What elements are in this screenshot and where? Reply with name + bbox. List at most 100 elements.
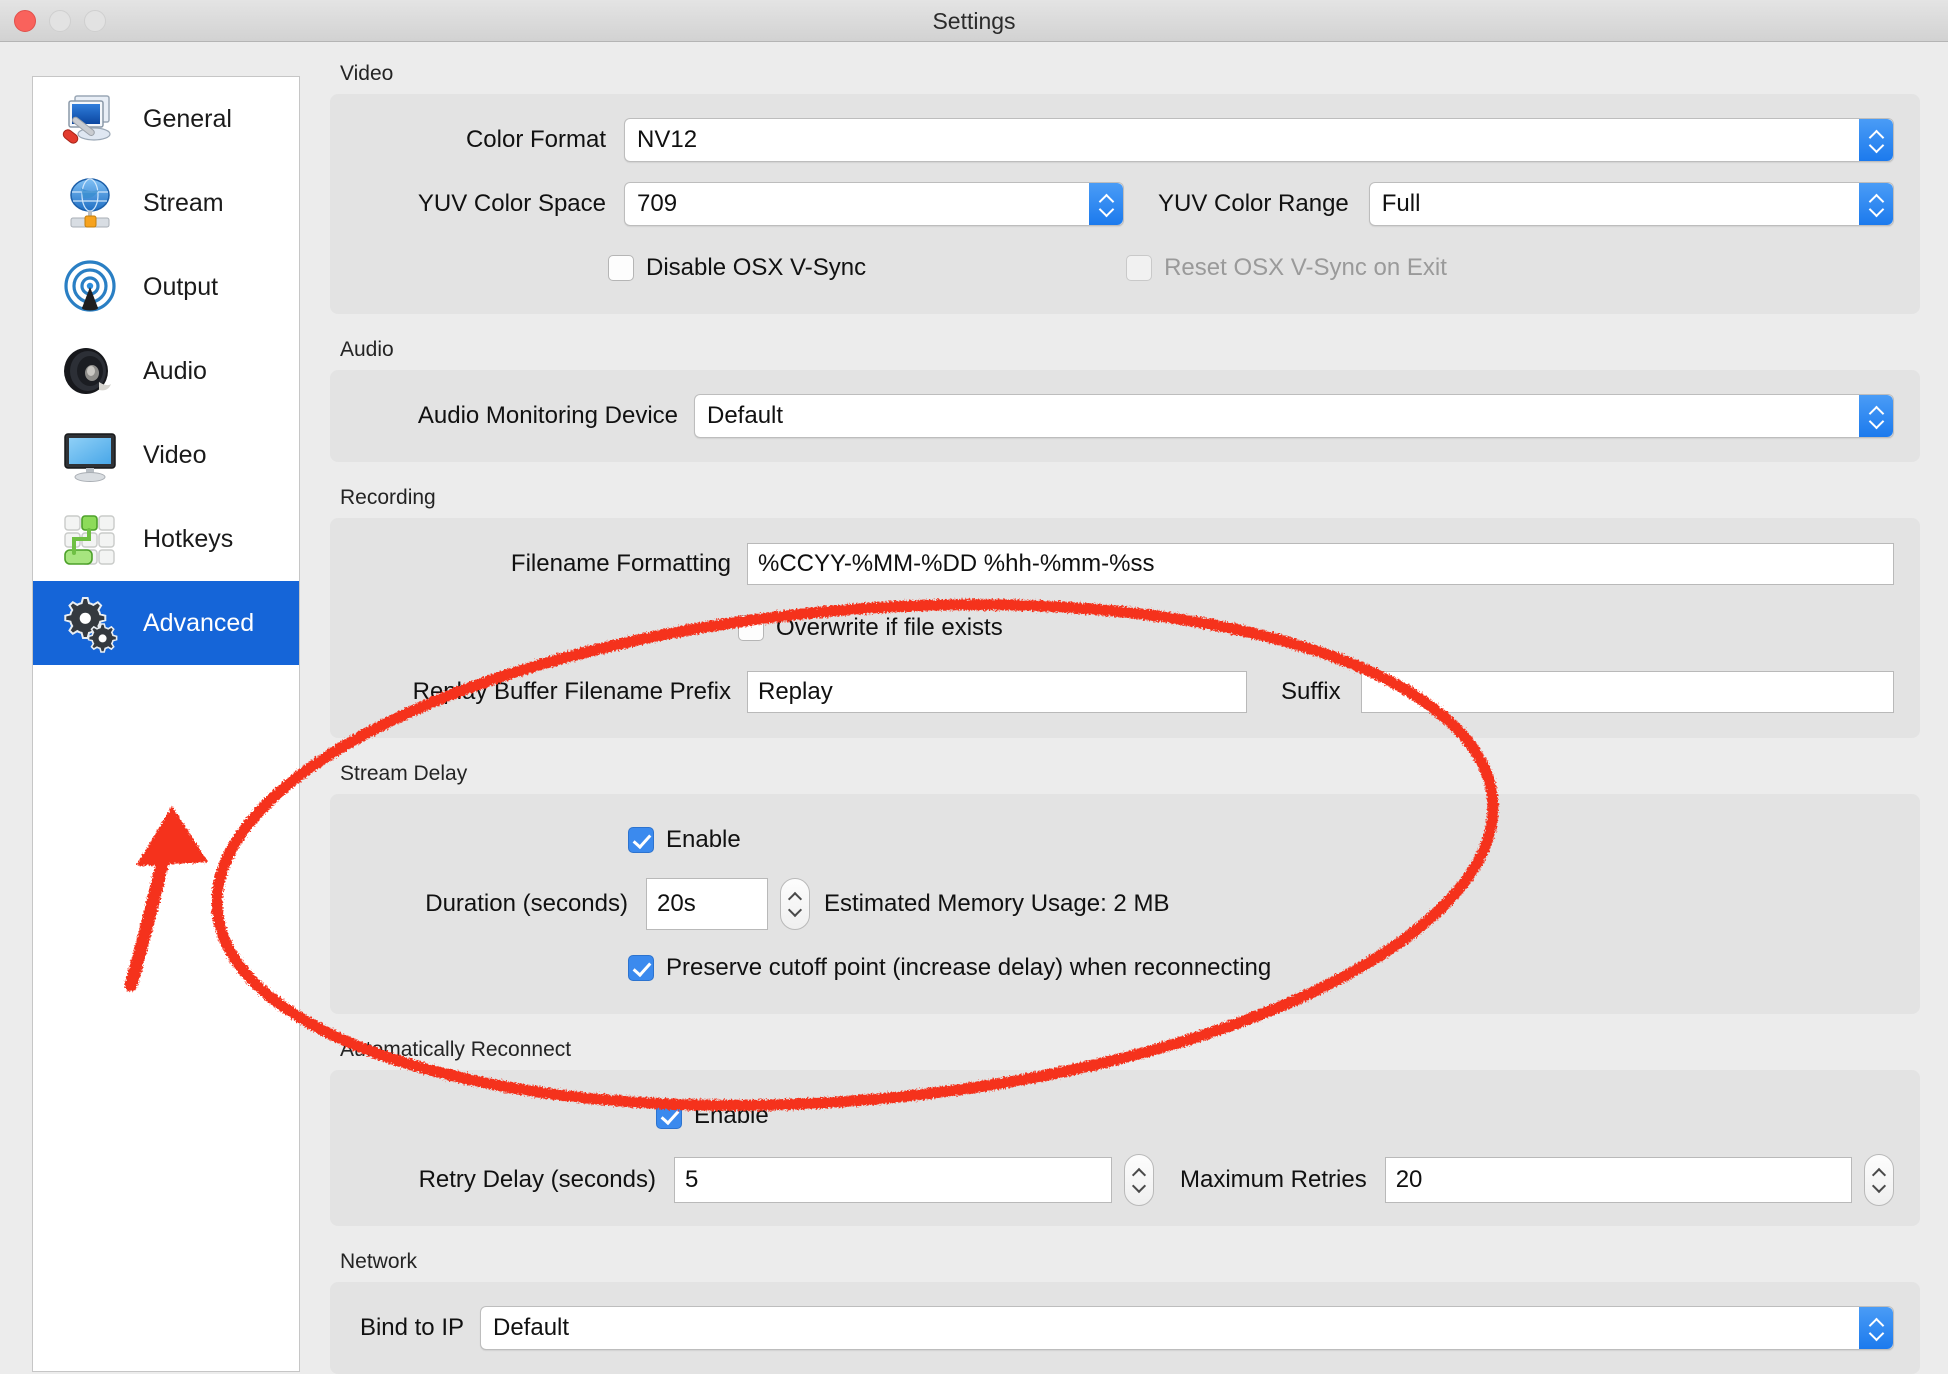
preserve-cutoff-label: Preserve cutoff point (increase delay) w… [666,954,1271,982]
retry-delay-label: Retry Delay (seconds) [356,1166,656,1194]
yuv-row: YUV Color Space 709 YUV Color Range Full [356,172,1894,236]
speaker-icon [59,340,121,402]
chevron-updown-icon[interactable] [1859,1307,1893,1349]
stream-delay-enable-row: Enable [356,808,1894,872]
sidebar-item-label: Stream [143,189,224,218]
overwrite-label: Overwrite if file exists [776,614,1003,642]
audio-monitoring-label: Audio Monitoring Device [356,402,678,430]
color-format-value: NV12 [625,126,697,154]
yuv-color-space-select[interactable]: 709 [624,182,1124,226]
retry-delay-stepper[interactable] [1124,1154,1154,1206]
checkbox-box-icon [1126,255,1152,281]
sidebar-item-label: General [143,105,232,134]
auto-reconnect-enable-checkbox[interactable]: Enable [656,1087,769,1145]
reset-vsync-label: Reset OSX V-Sync on Exit [1164,254,1447,282]
sidebar-item-label: Audio [143,357,207,386]
network-panel: Bind to IP Default [330,1282,1920,1374]
replay-prefix-value: Replay [758,678,833,706]
retry-delay-input[interactable]: 5 [674,1157,1112,1203]
yuv-color-space-value: 709 [625,190,677,218]
filename-formatting-label: Filename Formatting [356,550,731,578]
section-title-video: Video [340,62,1920,86]
max-retries-input[interactable]: 20 [1385,1157,1852,1203]
replay-prefix-input[interactable]: Replay [747,671,1247,713]
sidebar-item-stream[interactable]: Stream [33,161,299,245]
settings-content: Video Color Format NV12 YUV Color Space … [330,62,1920,1352]
bind-to-ip-select[interactable]: Default [480,1306,1894,1350]
retry-delay-value: 5 [685,1166,698,1194]
overwrite-row: Overwrite if file exists [356,596,1894,660]
chevron-updown-icon[interactable] [1859,119,1893,161]
bind-to-ip-value: Default [481,1314,569,1342]
sidebar-item-advanced[interactable]: Advanced [33,581,299,665]
yuv-color-range-value: Full [1370,190,1421,218]
disable-vsync-label: Disable OSX V-Sync [646,254,866,282]
section-title-network: Network [340,1250,1920,1274]
duration-stepper[interactable] [780,878,810,930]
duration-value: 20s [657,890,696,918]
duration-row: Duration (seconds) 20s Estimated Memory … [356,872,1894,936]
duration-label: Duration (seconds) [356,890,628,918]
suffix-input[interactable] [1361,671,1894,713]
audio-monitoring-value: Default [695,402,783,430]
suffix-label: Suffix [1281,678,1341,706]
max-retries-label: Maximum Retries [1180,1166,1367,1194]
duration-input[interactable]: 20s [646,878,768,930]
filename-formatting-value: %CCYY-%MM-%DD %hh-%mm-%ss [758,550,1154,578]
sidebar-item-output[interactable]: Output [33,245,299,329]
stream-delay-enable-checkbox[interactable]: Enable [628,811,741,869]
chevron-updown-icon[interactable] [1089,183,1123,225]
window-title: Settings [0,0,1948,42]
broadcast-antenna-icon [59,256,121,318]
auto-reconnect-enable-label: Enable [694,1102,769,1130]
section-title-recording: Recording [340,486,1920,510]
sidebar-item-label: Hotkeys [143,525,233,554]
checkbox-box-icon[interactable] [608,255,634,281]
memory-usage-text: Estimated Memory Usage: 2 MB [824,890,1169,918]
sidebar-item-label: Video [143,441,207,470]
stream-delay-enable-label: Enable [666,826,741,854]
chevron-up-icon [1872,1169,1886,1177]
display-monitor-icon [59,424,121,486]
bind-to-ip-label: Bind to IP [356,1314,464,1342]
sidebar-item-label: Output [143,273,218,302]
sidebar-item-hotkeys[interactable]: Hotkeys [33,497,299,581]
video-panel: Color Format NV12 YUV Color Space 709 YU… [330,94,1920,314]
sidebar-item-general[interactable]: General [33,77,299,161]
overwrite-checkbox[interactable]: Overwrite if file exists [738,599,1003,657]
recording-panel: Filename Formatting %CCYY-%MM-%DD %hh-%m… [330,518,1920,738]
max-retries-stepper[interactable] [1864,1154,1894,1206]
keyboard-keys-icon [59,508,121,570]
audio-panel: Audio Monitoring Device Default [330,370,1920,462]
auto-reconnect-enable-row: Enable [356,1084,1894,1148]
stream-delay-panel: Enable Duration (seconds) 20s Estimated … [330,794,1920,1014]
color-format-select[interactable]: NV12 [624,118,1894,162]
replay-prefix-row: Replay Buffer Filename Prefix Replay Suf… [356,660,1894,724]
checkbox-checked-icon[interactable] [628,827,654,853]
retry-delay-row: Retry Delay (seconds) 5 Maximum Retries … [356,1148,1894,1212]
settings-sidebar[interactable]: General Stream [32,76,300,1372]
checkbox-box-icon[interactable] [738,615,764,641]
sidebar-item-video[interactable]: Video [33,413,299,497]
globe-network-icon [59,172,121,234]
chevron-up-icon [1132,1169,1146,1177]
chevron-updown-icon[interactable] [1859,183,1893,225]
sidebar-item-audio[interactable]: Audio [33,329,299,413]
chevron-updown-icon[interactable] [1859,395,1893,437]
audio-monitoring-select[interactable]: Default [694,394,1894,438]
yuv-color-range-label: YUV Color Range [1158,190,1349,218]
replay-prefix-label: Replay Buffer Filename Prefix [356,678,731,706]
filename-formatting-input[interactable]: %CCYY-%MM-%DD %hh-%mm-%ss [747,543,1894,585]
preserve-cutoff-checkbox[interactable]: Preserve cutoff point (increase delay) w… [628,939,1271,997]
chevron-down-icon [1872,1183,1886,1191]
checkbox-checked-icon[interactable] [656,1103,682,1129]
section-title-stream-delay: Stream Delay [340,762,1920,786]
disable-vsync-checkbox[interactable]: Disable OSX V-Sync [608,239,866,297]
chevron-down-icon [788,907,802,915]
yuv-color-range-select[interactable]: Full [1369,182,1894,226]
section-title-auto-reconnect: Automatically Reconnect [340,1038,1920,1062]
max-retries-value: 20 [1396,1166,1423,1194]
checkbox-checked-icon[interactable] [628,955,654,981]
chevron-down-icon [1132,1183,1146,1191]
sidebar-item-label: Advanced [143,609,254,638]
